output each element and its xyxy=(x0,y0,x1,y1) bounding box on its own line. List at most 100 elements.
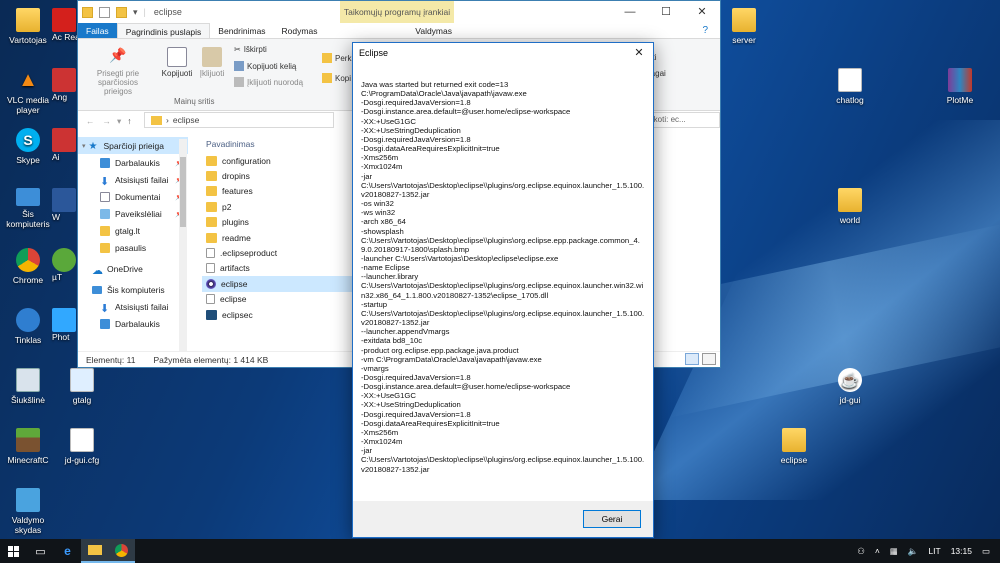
desktop-icon-computer[interactable]: Šis kompiuteris xyxy=(0,188,56,229)
system-tray: ⚇ ˄ ▦ 🔈 LIT 13:15 ▭ xyxy=(857,539,1000,563)
list-item[interactable]: .eclipseproduct xyxy=(202,245,362,260)
help-icon[interactable]: ? xyxy=(694,23,716,39)
desktop-icon-server[interactable]: server xyxy=(724,8,764,45)
tab-file[interactable]: Failas xyxy=(78,23,117,38)
eclipse-error-dialog[interactable]: Eclipse ✕ Java was started but returned … xyxy=(352,42,654,538)
desktop-icon-jd-gui[interactable]: ☕ jd-gui xyxy=(822,368,878,405)
copy-to-button[interactable]: Kopi xyxy=(322,73,351,83)
list-item[interactable]: artifacts xyxy=(202,261,362,276)
taskbar-chrome[interactable] xyxy=(108,539,135,563)
recent-chevron-icon[interactable]: ▾ xyxy=(117,116,121,127)
utorrent-icon xyxy=(52,248,76,272)
view-buttons xyxy=(685,353,716,365)
network-tray-icon[interactable]: ▦ xyxy=(890,546,898,557)
desktop-icon-chrome[interactable]: Chrome xyxy=(0,248,56,285)
paste-button[interactable]: Įklijuoti xyxy=(196,47,228,78)
desktop-icon-chatlog[interactable]: chatlog xyxy=(822,68,878,105)
copy-path-button[interactable]: Kopijuoti kelią xyxy=(234,61,296,71)
breadcrumb[interactable]: eclipse xyxy=(173,115,199,125)
nav-item-pasaulis[interactable]: pasaulis xyxy=(78,239,188,256)
volume-icon[interactable]: 🔈 xyxy=(908,546,919,557)
tab-view[interactable]: Rodymas xyxy=(274,23,326,38)
desktop-icon-user-folder[interactable]: Vartotojas xyxy=(0,8,56,45)
dialog-title-bar[interactable]: Eclipse ✕ xyxy=(353,43,653,63)
list-item[interactable]: features xyxy=(202,184,362,199)
chevron-up-icon[interactable]: ˄ xyxy=(875,546,880,556)
computer-icon xyxy=(16,188,40,206)
tiles-view-icon[interactable] xyxy=(702,353,716,365)
list-item[interactable]: dropins xyxy=(202,168,362,183)
list-item[interactable]: configuration xyxy=(202,153,362,168)
nav-item-this-pc[interactable]: Šis kompiuteris xyxy=(78,281,188,298)
edge-icon: e xyxy=(64,544,71,558)
close-icon[interactable]: ✕ xyxy=(684,1,720,23)
tab-manage[interactable]: Valdymas xyxy=(407,23,460,38)
desktop-icon-network[interactable]: Tinklas xyxy=(0,308,56,345)
download-icon: ⬇ xyxy=(100,302,110,315)
tab-share[interactable]: Bendrinimas xyxy=(210,23,273,38)
copy-button[interactable]: Kopijuoti xyxy=(158,47,196,78)
forward-icon[interactable]: → xyxy=(103,116,112,126)
taskbar-explorer[interactable] xyxy=(81,539,108,563)
desktop-icon-gtalg[interactable]: gtalg xyxy=(54,368,110,405)
list-item[interactable]: eclipse xyxy=(202,292,362,307)
language-indicator[interactable]: LIT xyxy=(928,546,940,556)
taskbar-edge[interactable]: e xyxy=(54,539,81,563)
desktop-icon-eclipse[interactable]: eclipse xyxy=(766,428,822,465)
list-item[interactable]: plugins xyxy=(202,215,362,230)
close-icon[interactable]: ✕ xyxy=(631,45,647,61)
ok-button[interactable]: Gerai xyxy=(583,510,641,528)
properties-icon[interactable] xyxy=(99,6,110,18)
dialog-footer: Gerai xyxy=(353,501,653,537)
desktop-icon-skype[interactable]: S Skype xyxy=(0,128,56,165)
notifications-icon[interactable]: ▭ xyxy=(982,546,990,557)
maximize-icon[interactable]: ☐ xyxy=(648,1,684,23)
up-icon[interactable]: ↑ xyxy=(127,116,131,126)
window-controls: — ☐ ✕ xyxy=(612,1,720,23)
pin-quick-access-button[interactable]: 📌 Prisegti prie sparčiosios prieigos xyxy=(88,47,148,96)
scrollbar-thumb[interactable] xyxy=(180,157,186,227)
list-item[interactable]: eclipsec xyxy=(202,307,362,322)
nav-item-desktop[interactable]: Darbalaukis 📌 xyxy=(78,154,188,171)
nav-item-downloads[interactable]: ⬇ Atsisiųsti failai 📌 xyxy=(78,171,188,188)
folder-icon xyxy=(206,186,217,197)
desktop-icon-world[interactable]: world xyxy=(822,188,878,225)
desktop-icon-control-panel[interactable]: Valdymo skydas xyxy=(0,488,56,535)
list-item[interactable]: p2 xyxy=(202,199,362,214)
nav-item-desktop-pc[interactable]: Darbalaukis xyxy=(78,315,188,332)
new-folder-icon[interactable] xyxy=(116,6,127,18)
expand-icon[interactable]: ▾ xyxy=(82,142,86,150)
paste-shortcut-button[interactable]: Įklijuoti nuorodą xyxy=(234,77,303,87)
move-to-button[interactable]: Perk xyxy=(322,53,351,63)
address-bar[interactable]: › eclipse xyxy=(144,112,334,128)
desktop-icon-vlc[interactable]: ▲ VLC media player xyxy=(0,68,56,115)
explorer-title-bar[interactable]: ▾ | eclipse Taikomųjų programų įrankiai … xyxy=(78,1,720,23)
nav-item-documents[interactable]: Dokumentai 📌 xyxy=(78,188,188,205)
desktop-icon-minecraft[interactable]: MinecraftC xyxy=(0,428,56,465)
start-button[interactable] xyxy=(0,539,27,563)
folder-icon xyxy=(151,115,162,125)
list-item-selected[interactable]: eclipse xyxy=(202,276,362,292)
people-icon[interactable]: ⚇ xyxy=(857,546,865,557)
desktop-icon-jd-gui-cfg[interactable]: jd-gui.cfg xyxy=(54,428,110,465)
desktop-icon-plotme[interactable]: PlotMe xyxy=(932,68,988,105)
nav-item-onedrive[interactable]: ☁ OneDrive xyxy=(78,260,188,277)
cut-button[interactable]: ✂ Iškirpti xyxy=(234,45,267,54)
column-header-name[interactable]: Pavadinimas xyxy=(202,137,362,153)
desktop-icon xyxy=(100,318,110,329)
nav-item-pictures[interactable]: Paveikslėliai 📌 xyxy=(78,205,188,222)
chevron-down-icon[interactable]: ▾ xyxy=(133,7,138,18)
nav-item-gtalg[interactable]: gtalg.lt xyxy=(78,222,188,239)
minimize-icon[interactable]: — xyxy=(612,1,648,23)
tab-home[interactable]: Pagrindinis puslapis xyxy=(116,23,211,38)
back-icon[interactable]: ← xyxy=(86,116,95,126)
task-view-button[interactable]: ▭ xyxy=(27,539,54,563)
details-view-icon[interactable] xyxy=(685,353,699,365)
list-item[interactable]: readme xyxy=(202,230,362,245)
pictures-icon xyxy=(100,208,110,219)
nav-item-quick-access[interactable]: ▾ ★ Sparčioji prieiga xyxy=(78,137,188,154)
clock[interactable]: 13:15 xyxy=(951,546,972,556)
desktop-icon-recycle-bin[interactable]: Šiukšlinė xyxy=(0,368,56,405)
nav-item-downloads-pc[interactable]: ⬇ Atsisiųsti failai xyxy=(78,298,188,315)
nav-scrollbar[interactable] xyxy=(179,139,187,351)
